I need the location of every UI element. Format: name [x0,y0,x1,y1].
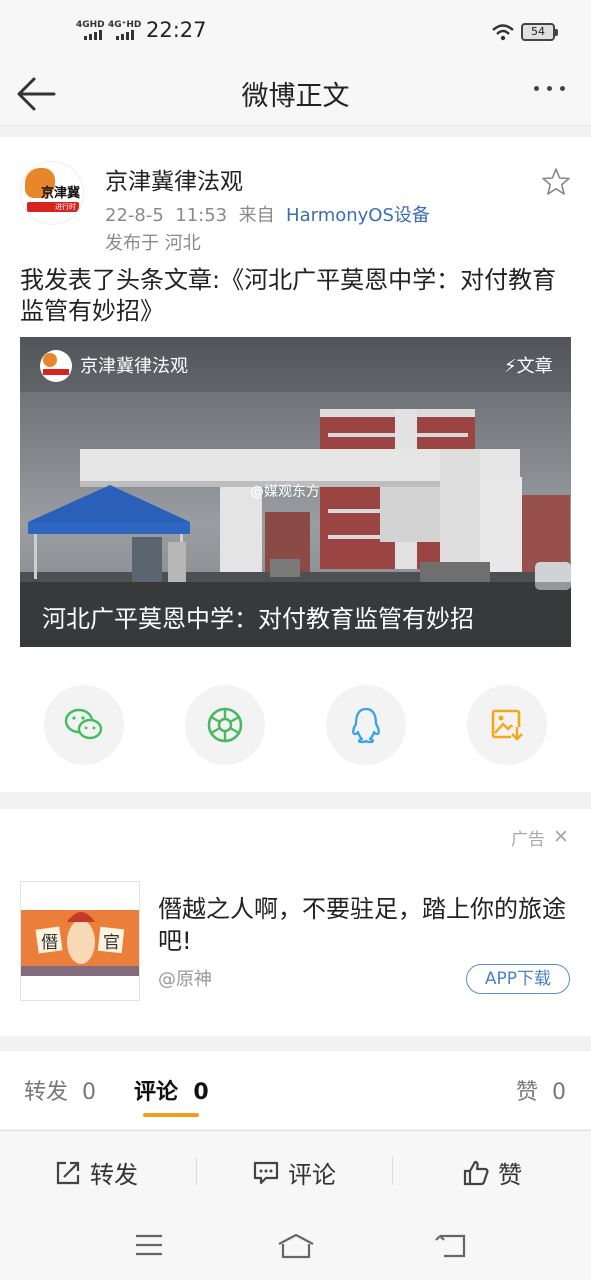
sim1-label: 4GHD [76,20,105,30]
share-wechat-button[interactable] [44,685,124,765]
article-tag: ⚡文章 [504,356,553,377]
ad-handle[interactable]: @原神 [158,965,212,991]
share-qq-button[interactable] [326,685,406,765]
system-navigation-bar [0,1212,591,1280]
app-download-button[interactable]: APP下载 [466,964,570,994]
image-watermark: @媒观东方 [250,484,320,500]
article-title: 河北广平莫恩中学：对付教育监管有妙招 [42,605,474,633]
repost-button[interactable]: 转发 [54,1155,138,1190]
comment-icon [253,1161,279,1184]
comment-button[interactable]: 评论 [252,1155,336,1190]
tab-likes-label: 赞 [516,1080,539,1105]
post-meta: 22-8-5 11:53 来自 HarmonyOS设备 [105,201,430,227]
repost-label: 转发 [90,1161,138,1189]
post-date: 22-8-5 [105,205,164,226]
tab-comments[interactable]: 评论 0 [134,1074,209,1106]
ad-image [21,910,139,976]
weibo-post: 京津冀 进行时 京津冀律法观 22-8-5 11:53 来自 HarmonyOS… [0,137,591,792]
like-button[interactable]: 赞 [462,1155,522,1190]
ad-close-icon[interactable]: ✕ [553,826,569,848]
back-nav-icon[interactable] [434,1232,468,1260]
avatar[interactable]: 京津冀 进行时 [20,161,84,225]
active-tab-indicator [143,1113,199,1117]
wechat-icon [64,708,103,740]
tab-comments-count: 0 [193,1080,209,1105]
sim2-label: 4G⁺HD [108,20,142,30]
article-card[interactable]: 京津冀律法观 ⚡文章 @媒观东方 河北广平莫恩中学：对付教育监管有妙招 [20,337,571,647]
moments-icon [207,707,243,743]
menu-icon[interactable] [134,1232,164,1258]
author-name[interactable]: 京津冀律法观 [105,162,243,196]
card-account-logo [40,350,72,382]
tab-likes-count: 0 [552,1080,567,1105]
ad-label: 广告 [511,830,545,850]
from-label: 来自 [238,205,275,226]
page-title: 微博正文 [241,81,350,112]
divider [392,1157,393,1185]
post-source-link[interactable]: HarmonyOS设备 [286,205,430,226]
bottom-action-bar: 转发 评论 赞 [0,1130,591,1212]
card-account-name: 京津冀律法观 [80,356,188,377]
home-icon[interactable] [276,1232,316,1260]
status-bar: 4GHD 4G⁺HD 22:27 54 [0,0,591,62]
save-image-button[interactable] [467,685,547,765]
save-image-icon [491,709,523,741]
like-label: 赞 [498,1161,522,1189]
ad-thumbnail[interactable]: 僭 官 [20,881,140,1001]
tab-reposts[interactable]: 转发 0 [24,1074,96,1106]
interaction-tabs: 转发 0 评论 0 赞 0 [0,1051,591,1129]
favorite-star-icon[interactable] [541,167,571,197]
signal-icon-2 [116,30,134,40]
battery-icon: 54 [521,23,558,41]
comment-label: 评论 [288,1161,336,1189]
post-location: 发布于 河北 [105,233,201,254]
post-time: 11:53 [175,205,228,226]
tab-comments-label: 评论 [134,1080,179,1105]
ad-card: 广告 ✕ 僭 官 僭越之人啊，不要驻足，踏上你的旅途吧! @原神 APP下载 [0,809,591,1036]
more-options-icon[interactable] [534,86,565,91]
tab-likes[interactable]: 赞 0 [516,1074,566,1106]
ad-thumb-char-1: 僭 [41,933,58,953]
avatar-subtext: 进行时 [27,202,79,212]
signal-icon [84,30,102,40]
ad-text[interactable]: 僭越之人啊，不要驻足，踏上你的旅途吧! [158,893,568,957]
clock: 22:27 [146,18,207,42]
tab-reposts-count: 0 [82,1080,97,1105]
ad-thumb-char-2: 官 [103,933,120,953]
tab-reposts-label: 转发 [24,1080,69,1105]
thumbs-up-icon [463,1160,489,1185]
qq-icon [352,707,380,744]
divider [196,1157,197,1185]
share-moments-button[interactable] [185,685,265,765]
top-nav-bar: 微博正文 [0,62,591,126]
avatar-text: 京津冀 [41,186,81,201]
post-body-text: 我发表了头条文章:《河北广平莫恩中学：对付教育监管有妙招》 [20,266,557,325]
repost-icon [56,1161,80,1184]
wifi-icon [492,24,514,41]
